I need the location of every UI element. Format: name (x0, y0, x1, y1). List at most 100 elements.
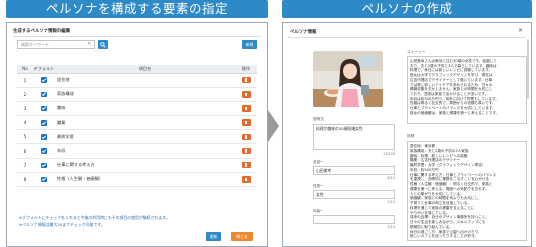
delete-button[interactable] (235, 73, 257, 88)
checkbox-checked-icon (41, 120, 47, 126)
description-field[interactable]: 料理が趣味の30歳既婚女性 (313, 124, 395, 150)
table-body: 1 居住地 2 家族構成 3 趣味 4 職業 5 最終学歴 6 年収 7 仕事に関する考え方 8 性格（人生観… (17, 73, 257, 188)
persona-image (313, 51, 383, 107)
detail-label: 詳細 (407, 134, 415, 138)
default-checkbox[interactable] (33, 87, 55, 102)
row-no: 7 (17, 158, 33, 173)
row-no: 2 (17, 87, 33, 102)
row-no: 8 (17, 172, 33, 188)
item-name: 性格（人生観・価値観） (55, 172, 235, 188)
left-banner: ペルソナを構成する要素の指定 (6, 0, 268, 18)
table-row: 8 性格（人生観・価値観） (17, 172, 257, 188)
item-name: 職業 (55, 115, 235, 131)
table-row: 2 家族構成 (17, 87, 257, 102)
persona-dialog: ペルソナ情報 × 説明文 料理が趣味の30歳既婚女性 13/100 名前* 山田… (282, 22, 532, 247)
close-icon[interactable]: × (518, 27, 523, 34)
search-icon (100, 41, 106, 48)
close-button[interactable]: 閉じる (231, 232, 253, 241)
default-checkbox[interactable] (33, 158, 55, 173)
table-row: 7 仕事に関する考え方 (17, 158, 257, 173)
description-label: 説明文 (313, 117, 325, 121)
delete-button[interactable] (235, 158, 257, 173)
name-field[interactable]: 山田美幸 (313, 166, 395, 175)
search-button[interactable] (98, 40, 108, 49)
checkbox-checked-icon (41, 176, 47, 183)
trash-icon (241, 119, 251, 126)
delete-button[interactable] (235, 115, 257, 131)
item-name: 仕事に関する考え方 (55, 158, 235, 173)
new-button[interactable]: 新規 (242, 40, 257, 49)
search-input[interactable]: 検索キーワード (17, 40, 95, 49)
default-checkbox[interactable] (33, 143, 55, 159)
dialog-divider (288, 37, 526, 38)
item-name: 居住地 (55, 73, 235, 88)
note-default: ※デフォルトにチェックを入れると今後の利用時にもその項目の使用が継続されます。 (19, 215, 170, 220)
col-no: No (17, 65, 33, 74)
checkbox-checked-icon (41, 148, 47, 154)
row-no: 1 (17, 73, 33, 88)
flow-arrow (268, 110, 279, 142)
trash-icon (241, 161, 251, 169)
description-counter: 13/100 (383, 152, 395, 156)
age-label: 年齢* (313, 209, 323, 213)
right-banner: ペルソナの作成 (282, 0, 532, 18)
item-name: 家族構成 (55, 87, 235, 102)
header-divider (13, 36, 261, 37)
items-table: No デフォルト 項目名 操作 1 居住地 2 家族構成 3 趣味 4 職業 5 最終学歴 6 年収 7… (17, 65, 257, 188)
story-label: ストーリー (407, 50, 426, 54)
clear-icon[interactable]: × (87, 41, 91, 47)
trash-icon (241, 176, 251, 183)
delete-button[interactable] (235, 172, 257, 188)
item-name: 趣味 (55, 101, 235, 117)
dialog-title: ペルソナ情報 (290, 30, 317, 35)
trash-icon (241, 91, 251, 98)
gender-field[interactable]: 女性 (313, 190, 395, 199)
row-no: 6 (17, 143, 33, 159)
checkbox-checked-icon (41, 162, 47, 169)
trash-icon (241, 133, 251, 141)
item-name: 年収 (55, 143, 235, 159)
trash-icon (241, 105, 251, 112)
item-name: 最終学歴 (55, 129, 235, 145)
col-ops: 操作 (235, 65, 257, 74)
col-default: デフォルト (33, 65, 55, 74)
gender-label: 性別* (313, 184, 323, 188)
table-row: 3 趣味 (17, 101, 257, 117)
delete-button[interactable] (235, 101, 257, 117)
row-no: 3 (17, 101, 33, 117)
checkbox-checked-icon (41, 105, 47, 112)
story-textarea[interactable]: 山田美幸さんは東京に住む30歳の女性です。結婚して おり、夫と2歳の子供と3人で暮… (407, 56, 527, 124)
edit-header: 生成するペルソナ情報の編集 (13, 29, 71, 34)
name-counter: 4/10 (387, 176, 395, 180)
age-counter: 3/10 (387, 225, 395, 229)
checkbox-checked-icon (41, 91, 47, 98)
default-checkbox[interactable] (33, 101, 55, 117)
delete-button[interactable] (235, 87, 257, 102)
scrollbar[interactable] (527, 39, 529, 99)
table-row: 5 最終学歴 (17, 129, 257, 145)
text-line: 新しいカフェを巡ったりすることが好き。 (410, 234, 479, 239)
table-row: 1 居住地 (17, 73, 257, 88)
table-header-row: No デフォルト 項目名 操作 (17, 65, 257, 74)
checkbox-checked-icon (41, 134, 47, 140)
update-button[interactable]: 更新 (206, 232, 221, 241)
checkbox-checked-icon (41, 77, 47, 83)
default-checkbox[interactable] (33, 129, 55, 145)
col-name: 項目名 (55, 65, 235, 74)
default-checkbox[interactable] (33, 73, 55, 88)
default-checkbox[interactable] (33, 115, 55, 131)
note-max: ※ペルソナ情報は最大20までチェック可能です。 (19, 222, 105, 227)
trash-icon (241, 76, 251, 84)
delete-button[interactable] (235, 143, 257, 159)
row-no: 4 (17, 115, 33, 131)
delete-button[interactable] (235, 129, 257, 145)
gender-counter: 2/10 (387, 200, 395, 204)
table-row: 6 年収 (17, 143, 257, 159)
age-field[interactable] (313, 215, 395, 224)
table-row: 4 職業 (17, 115, 257, 131)
default-checkbox[interactable] (33, 172, 55, 188)
name-label: 名前* (313, 160, 323, 164)
persona-elements-panel: ペルソナを構成する要素の指定 生成するペルソナ情報の編集 検索キーワード × 新… (6, 0, 268, 247)
edit-screen: 生成するペルソナ情報の編集 検索キーワード × 新規 No デフォルト 項目名 … (6, 22, 268, 247)
detail-textarea[interactable]: 居住地：東京都 家族構成：夫と2歳の子供の3人家族 趣味：料理、新しいレシピへの挑戦… (407, 141, 527, 241)
